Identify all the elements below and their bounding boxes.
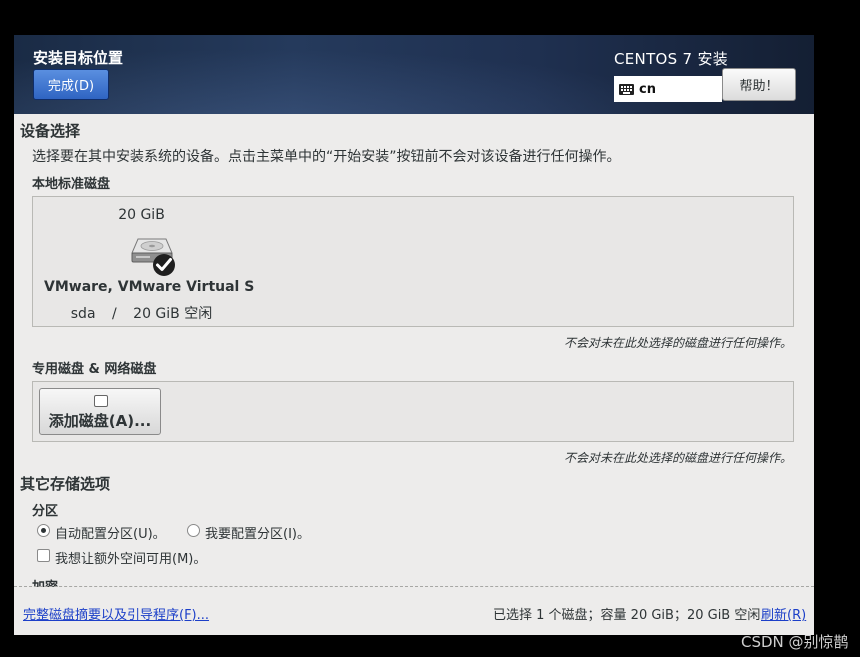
extra-space-label[interactable]: 我想让额外空间可用(M)。 [55, 548, 206, 567]
header-bar: 安装目标位置 完成(D) CENTOS 7 安装 cn 帮助！ [14, 35, 814, 114]
add-disk-label: 添加磁盘(A)... [48, 412, 152, 430]
disk-summary-link[interactable]: 完整磁盘摘要以及引导程序(F)... [23, 604, 209, 623]
device-selection-description: 选择要在其中安装系统的设备。点击主菜单中的“开始安装”按钮前不会对该设备进行任何… [32, 149, 621, 165]
done-button[interactable]: 完成(D) [33, 69, 109, 100]
extra-space-checkbox[interactable] [37, 549, 50, 562]
special-disks-note: 不会对未在此处选择的磁盘进行任何操作。 [563, 451, 792, 465]
keyboard-layout-value: cn [639, 81, 656, 97]
local-disks-title: 本地标准磁盘 [32, 177, 111, 192]
keyboard-icon [619, 83, 634, 95]
partitioning-title: 分区 [32, 504, 59, 519]
local-disks-pane: 20 GiB VMware, VMware Virtual S sda / 20… [32, 196, 794, 327]
disk-details: sda / 20 GiB 空闲 [44, 303, 239, 323]
installer-window: 安装目标位置 完成(D) CENTOS 7 安装 cn 帮助！ 设备选择 选择要… [14, 35, 814, 635]
help-button[interactable]: 帮助！ [722, 68, 796, 101]
auto-partition-label[interactable]: 自动配置分区(U)。 [55, 523, 166, 542]
local-disks-note: 不会对未在此处选择的磁盘进行任何操作。 [563, 336, 792, 350]
disk-size: 20 GiB [118, 207, 165, 223]
disk-free-space: 20 GiB 空闲 [133, 306, 213, 322]
selected-check-icon [153, 254, 175, 276]
device-selection-title: 设备选择 [20, 122, 81, 140]
add-disk-button[interactable]: 添加磁盘(A)... [39, 388, 161, 435]
page-title: 安装目标位置 [33, 49, 124, 67]
add-disk-icon [94, 395, 108, 407]
auto-partition-radio[interactable] [37, 524, 50, 537]
disk-device: sda [70, 306, 96, 322]
disk-card-sda[interactable]: 20 GiB VMware, VMware Virtual S sda / 20… [44, 199, 255, 323]
product-name: CENTOS 7 安装 [614, 50, 729, 68]
special-disks-title: 专用磁盘 & 网络磁盘 [32, 362, 157, 377]
other-storage-title: 其它存储选项 [20, 475, 111, 493]
selection-status: 已选择 1 个磁盘；容量 20 GiB；20 GiB 空闲 [493, 608, 761, 623]
special-disks-pane: 添加磁盘(A)... [32, 381, 794, 442]
disk-name: VMware, VMware Virtual S [44, 279, 255, 295]
disk-separator: / [111, 306, 117, 322]
manual-partition-radio[interactable] [187, 524, 200, 537]
footer-bar: 完整磁盘摘要以及引导程序(F)... 已选择 1 个磁盘；容量 20 GiB；2… [14, 587, 814, 635]
manual-partition-label[interactable]: 我要配置分区(I)。 [205, 523, 310, 542]
refresh-link[interactable]: 刷新(R) [761, 604, 806, 623]
keyboard-layout-indicator[interactable]: cn [614, 76, 722, 102]
watermark: CSDN @别惊鹊 [741, 633, 849, 651]
hard-disk-icon [131, 238, 175, 276]
